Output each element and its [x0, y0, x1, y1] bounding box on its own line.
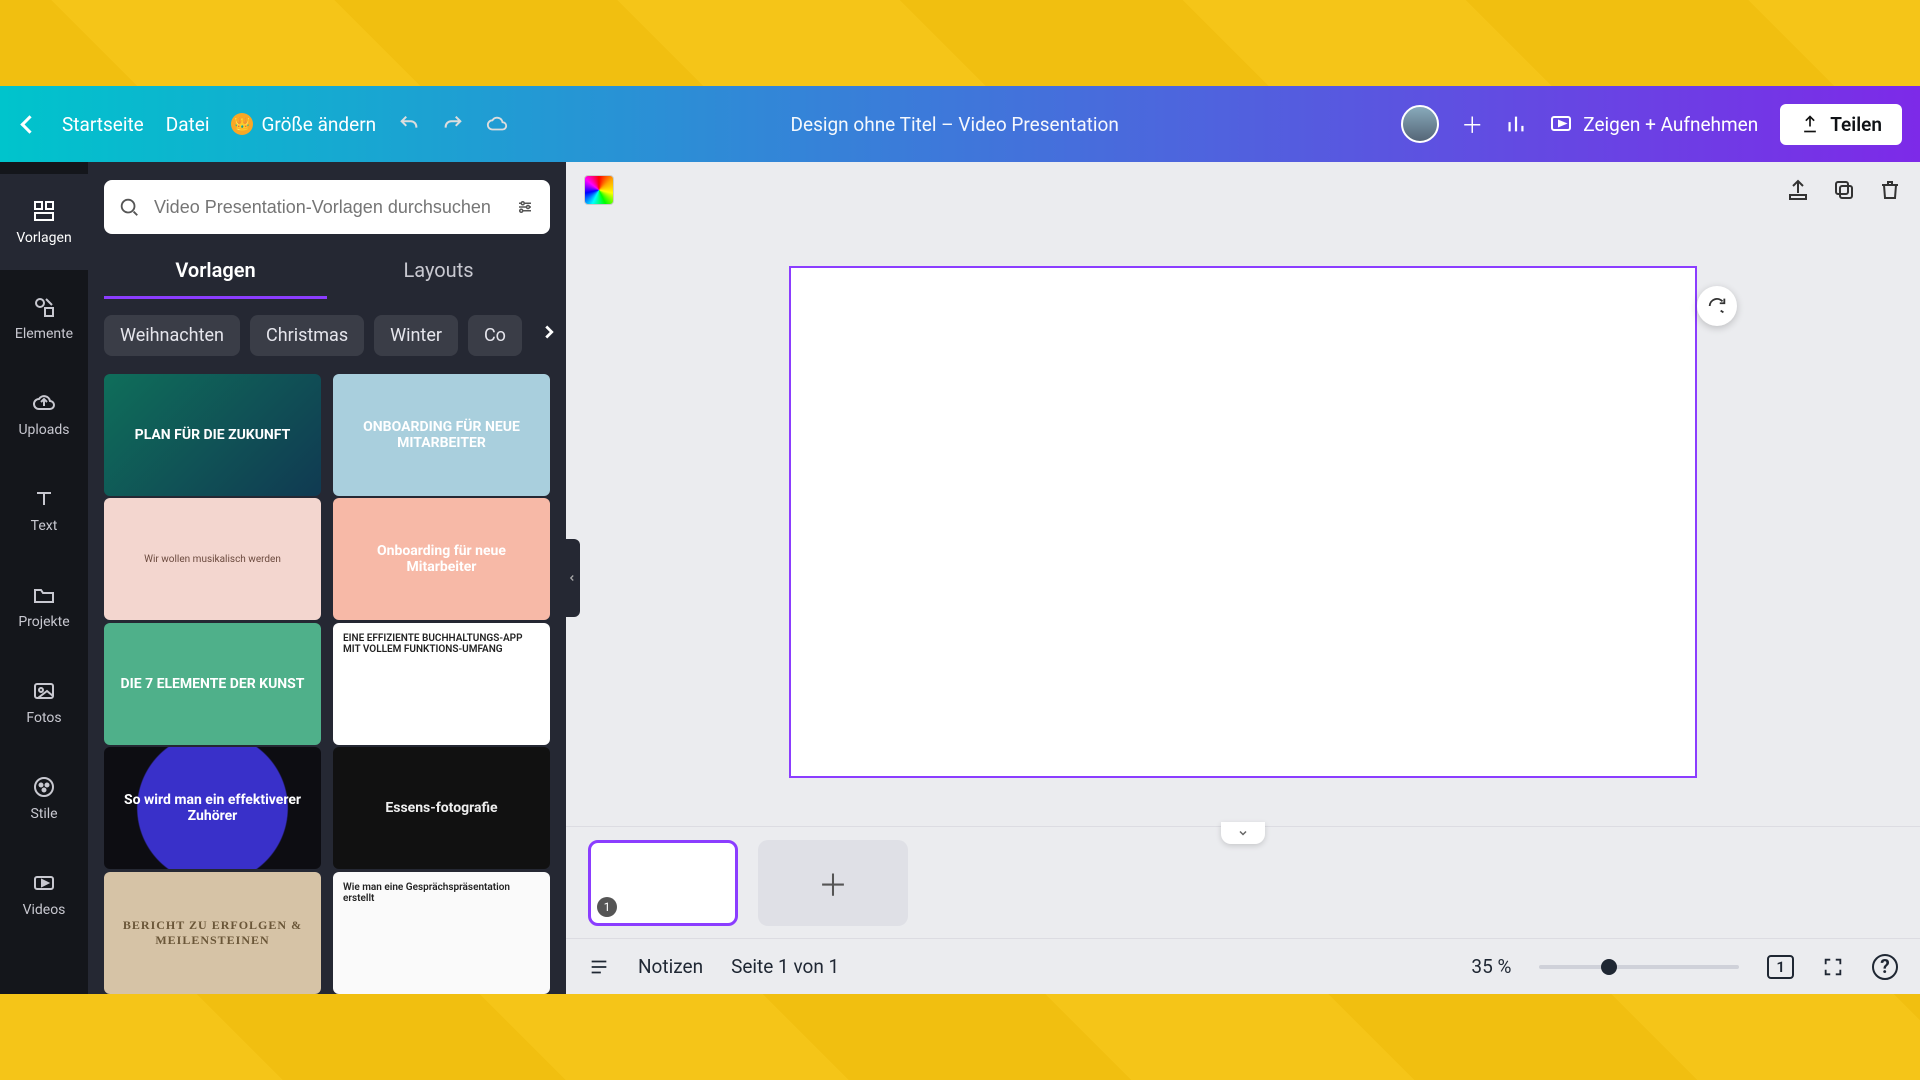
notes-button[interactable]: Notizen: [638, 955, 703, 978]
resize-button[interactable]: Größe ändern: [231, 113, 376, 136]
zoom-percent[interactable]: 35 %: [1471, 955, 1511, 978]
add-collaborator-button[interactable]: ＋: [1461, 108, 1483, 140]
rail-label: Projekte: [18, 614, 69, 630]
tab-templates[interactable]: Vorlagen: [104, 244, 327, 299]
export-icon[interactable]: [1786, 178, 1810, 202]
rail-videos[interactable]: Videos: [0, 846, 88, 942]
chip[interactable]: Christmas: [250, 315, 364, 356]
share-label: Teilen: [1830, 113, 1882, 136]
help-button[interactable]: ?: [1872, 954, 1898, 980]
undo-button[interactable]: [398, 113, 420, 135]
document-title[interactable]: Design ohne Titel – Video Presentation: [530, 113, 1379, 136]
rail-label: Uploads: [18, 422, 69, 438]
avatar[interactable]: [1401, 105, 1439, 143]
template-card[interactable]: Essens-fotografie: [333, 747, 550, 869]
rail-elements[interactable]: Elemente: [0, 270, 88, 366]
home-button[interactable]: Startseite: [62, 113, 144, 136]
chip[interactable]: Winter: [374, 315, 458, 356]
rail-projects[interactable]: Projekte: [0, 558, 88, 654]
insights-button[interactable]: [1505, 113, 1527, 135]
uploads-icon: [31, 390, 57, 416]
notes-icon[interactable]: [588, 956, 610, 978]
template-card[interactable]: EINE EFFIZIENTE BUCHHALTUNGS-APP MIT VOL…: [333, 623, 550, 745]
template-card[interactable]: So wird man ein effektiverer Zuhörer: [104, 747, 321, 869]
topbar: Startseite Datei Größe ändern Design ohn…: [0, 86, 1920, 162]
rail-styles[interactable]: Stile: [0, 750, 88, 846]
duplicate-icon[interactable]: [1832, 178, 1856, 202]
page-expand-button[interactable]: [1221, 822, 1265, 844]
chip[interactable]: Weihnachten: [104, 315, 240, 356]
color-picker-button[interactable]: [584, 175, 614, 205]
add-page-button[interactable]: ＋: [758, 840, 908, 926]
delete-icon[interactable]: [1878, 178, 1902, 202]
rail-label: Fotos: [26, 710, 61, 726]
fullscreen-button[interactable]: [1822, 956, 1844, 978]
footer-bar: Notizen Seite 1 von 1 35 % 1 ?: [566, 938, 1920, 994]
chips-scroll-right[interactable]: [538, 321, 560, 343]
canvas-toolbar: [566, 162, 1920, 218]
app-window: Startseite Datei Größe ändern Design ohn…: [0, 86, 1920, 994]
search-input[interactable]: [152, 196, 502, 219]
rail-photos[interactable]: Fotos: [0, 654, 88, 750]
crown-icon: [231, 113, 253, 135]
canvas-area: 1 ＋ Notizen Seite 1 von 1 35 % 1 ?: [566, 162, 1920, 994]
rail-templates[interactable]: Vorlagen: [0, 174, 88, 270]
template-card[interactable]: BERICHT ZU ERFOLGEN & MEILENSTEINEN: [104, 872, 321, 994]
redo-button[interactable]: [442, 113, 464, 135]
rail-label: Stile: [30, 806, 57, 822]
elements-icon: [31, 294, 57, 320]
present-label: Zeigen + Aufnehmen: [1583, 113, 1758, 136]
zoom-slider[interactable]: [1539, 965, 1739, 969]
templates-panel: Vorlagen Layouts Weihnachten Christmas W…: [88, 162, 566, 994]
rail-label: Videos: [23, 902, 66, 918]
panel-tabs: Vorlagen Layouts: [88, 244, 566, 299]
rail-uploads[interactable]: Uploads: [0, 366, 88, 462]
template-card[interactable]: ONBOARDING FÜR NEUE MITARBEITER: [333, 374, 550, 496]
template-card[interactable]: Onboarding für neue Mitarbeiter: [333, 498, 550, 620]
canvas-stage[interactable]: [566, 218, 1920, 826]
template-grid: PLAN FÜR DIE ZUKUNFTONBOARDING FÜR NEUE …: [88, 364, 566, 994]
side-rail: Vorlagen Elemente Uploads Text Projekte …: [0, 162, 88, 994]
projects-icon: [31, 582, 57, 608]
present-record-button[interactable]: Zeigen + Aufnehmen: [1549, 112, 1758, 136]
search-icon: [118, 196, 140, 218]
videos-icon: [31, 870, 57, 896]
page-number-badge: 1: [597, 897, 617, 917]
rail-text[interactable]: Text: [0, 462, 88, 558]
page-thumbnail[interactable]: 1: [588, 840, 738, 926]
templates-icon: [31, 198, 57, 224]
zoom-knob[interactable]: [1601, 959, 1617, 975]
rail-label: Text: [31, 518, 58, 534]
template-card[interactable]: DIE 7 ELEMENTE DER KUNST: [104, 623, 321, 745]
chip[interactable]: Co: [468, 315, 522, 356]
text-icon: [31, 486, 57, 512]
search-filters-icon[interactable]: [514, 198, 536, 216]
resize-label: Größe ändern: [261, 113, 376, 136]
tab-layouts[interactable]: Layouts: [327, 244, 550, 299]
rail-label: Elemente: [15, 326, 73, 342]
template-card[interactable]: Wie man eine Gesprächspräsentation erste…: [333, 872, 550, 994]
template-search[interactable]: [104, 180, 550, 234]
refresh-fab[interactable]: [1697, 286, 1737, 326]
template-card[interactable]: Wir wollen musikalisch werden: [104, 498, 321, 620]
cloud-sync-icon[interactable]: [486, 113, 508, 135]
canvas-page[interactable]: [789, 266, 1697, 778]
grid-view-button[interactable]: 1: [1767, 955, 1794, 979]
back-icon[interactable]: [18, 113, 40, 135]
filter-chips: Weihnachten Christmas Winter Co: [88, 299, 566, 364]
rail-label: Vorlagen: [16, 230, 71, 246]
template-card[interactable]: PLAN FÜR DIE ZUKUNFT: [104, 374, 321, 496]
page-indicator: Seite 1 von 1: [731, 955, 839, 978]
styles-icon: [31, 774, 57, 800]
photos-icon: [31, 678, 57, 704]
share-button[interactable]: Teilen: [1780, 104, 1902, 145]
file-menu[interactable]: Datei: [166, 113, 210, 136]
